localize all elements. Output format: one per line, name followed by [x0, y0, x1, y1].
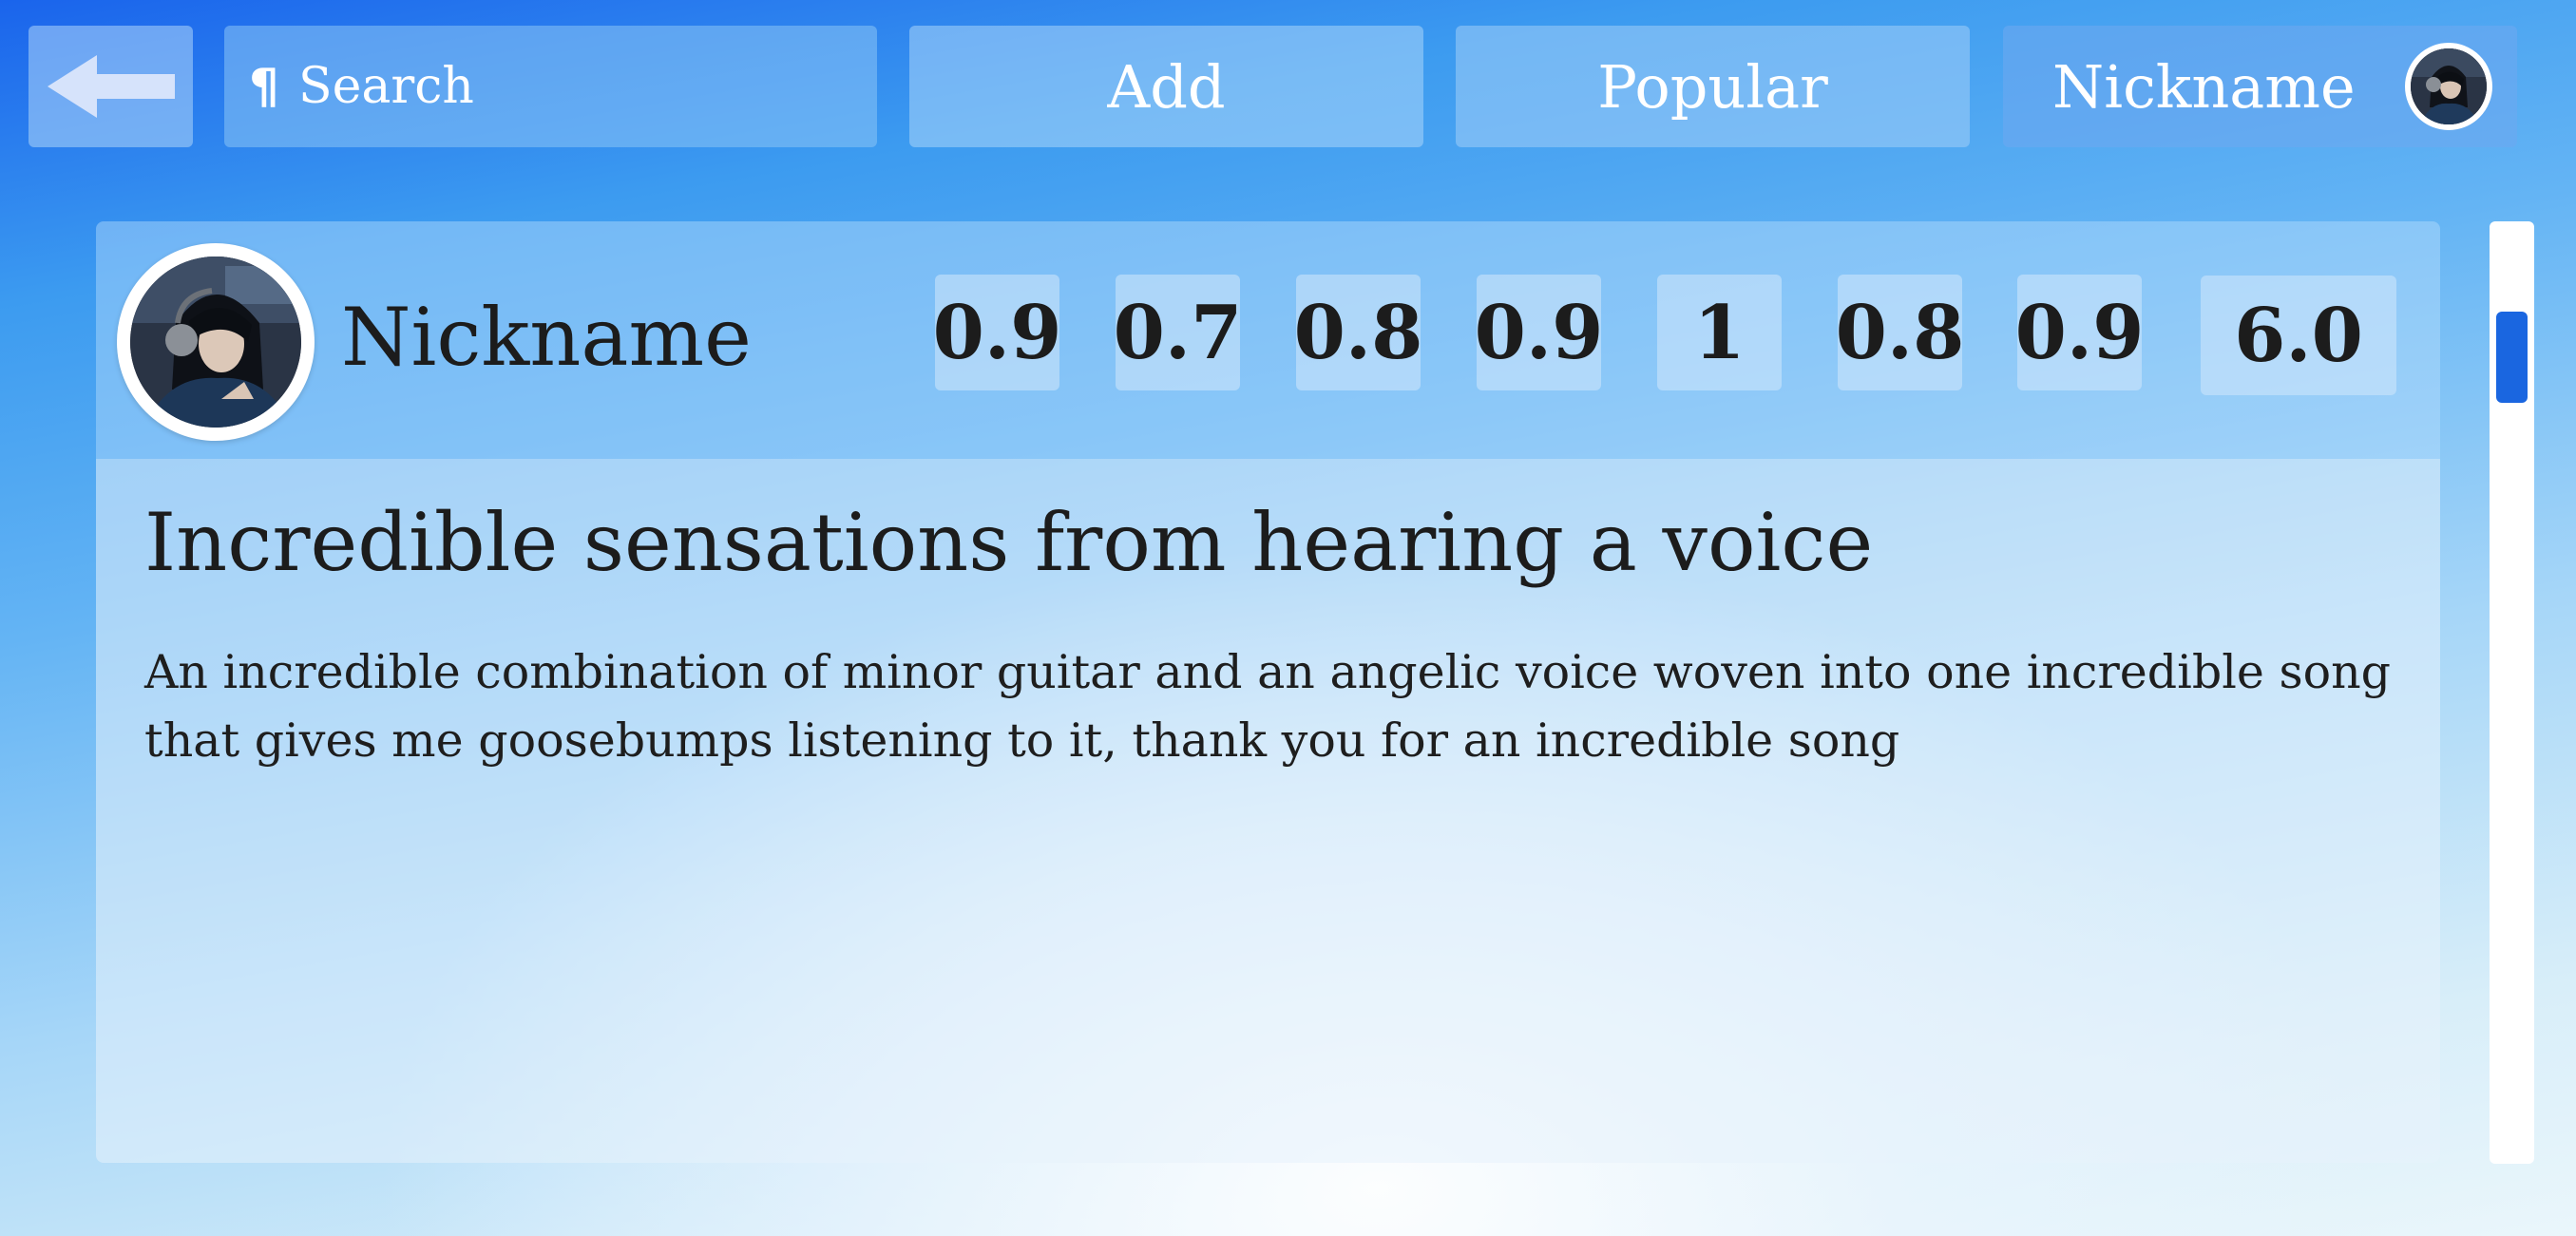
arrow-left-icon — [47, 55, 175, 118]
author-name[interactable]: Nickname — [341, 290, 752, 385]
avatar — [2405, 43, 2492, 130]
total-score: 6.0 — [2201, 276, 2396, 395]
score-2: 0.7 — [1114, 275, 1242, 390]
review-text: An incredible combination of minor guita… — [144, 645, 2392, 768]
popular-button[interactable]: Popular — [1456, 26, 1970, 147]
back-button[interactable] — [29, 26, 193, 147]
add-button-label: Add — [1107, 51, 1226, 122]
review-card: Nickname 0.9 0.7 0.8 0.9 1 0.8 0.9 6.0 I… — [96, 221, 2440, 1163]
profile-nickname: Nickname — [2052, 51, 2356, 122]
author-avatar[interactable] — [117, 243, 315, 441]
pilcrow-icon: ¶ — [249, 59, 279, 114]
author-avatar-image — [130, 257, 301, 428]
profile-button[interactable]: Nickname — [2003, 26, 2517, 147]
search-input[interactable] — [298, 58, 868, 115]
review-title: Incredible sensations from hearing a voi… — [144, 496, 1874, 589]
scrollbar-thumb[interactable] — [2496, 312, 2528, 403]
add-button[interactable]: Add — [909, 26, 1423, 147]
review-header: Nickname 0.9 0.7 0.8 0.9 1 0.8 0.9 6.0 — [96, 221, 2440, 459]
score-5: 1 — [1657, 275, 1782, 390]
score-7: 0.9 — [2015, 275, 2144, 390]
search-box[interactable]: ¶ — [224, 26, 877, 147]
score-4: 0.9 — [1475, 275, 1603, 390]
score-6: 0.8 — [1836, 275, 1964, 390]
scrollbar-track[interactable] — [2490, 221, 2534, 1164]
score-3: 0.8 — [1294, 275, 1422, 390]
score-1: 0.9 — [933, 275, 1061, 390]
popular-button-label: Popular — [1597, 51, 1828, 122]
avatar-image — [2411, 48, 2487, 124]
